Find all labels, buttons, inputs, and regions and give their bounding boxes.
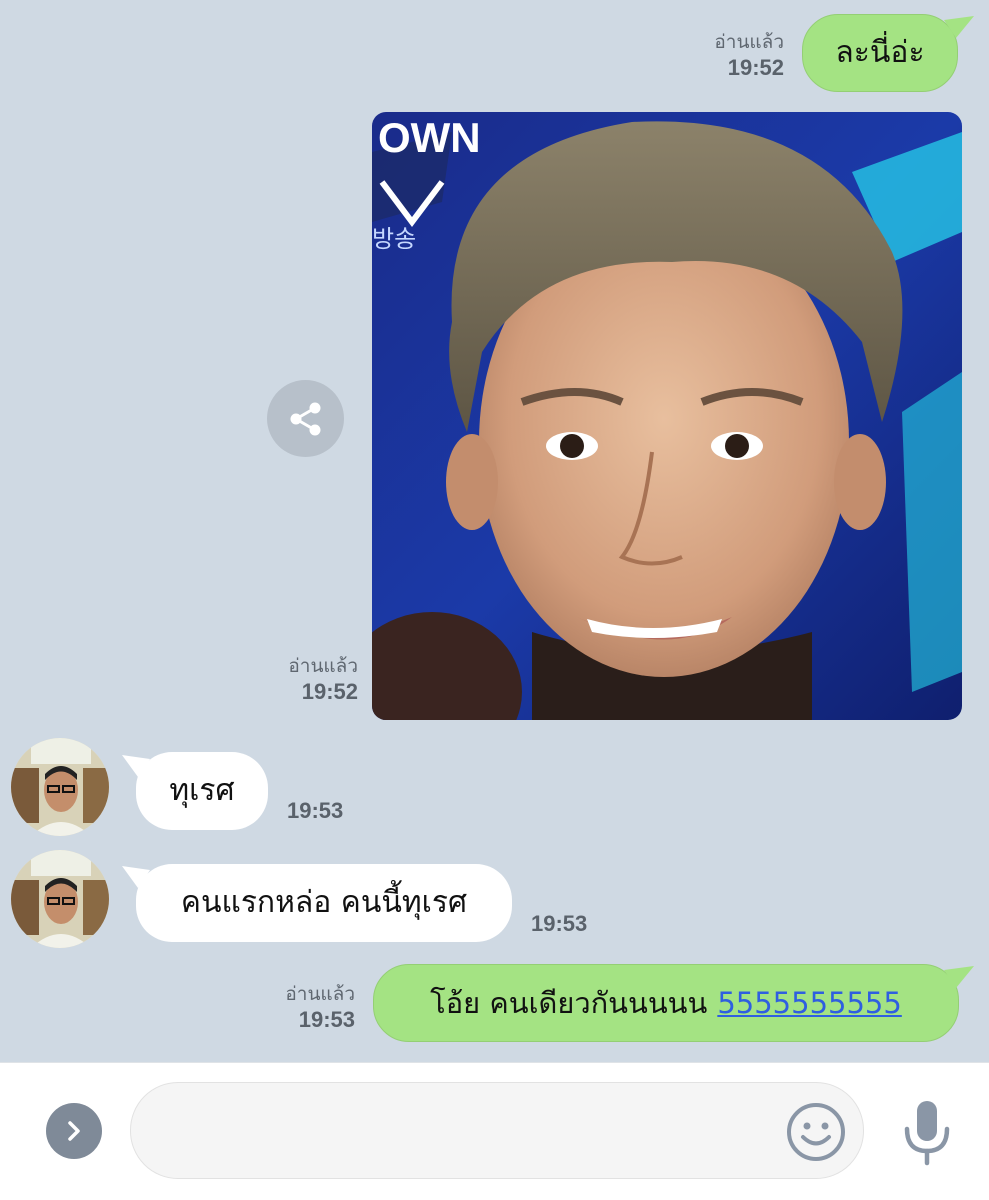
share-icon [290, 402, 320, 435]
message-text: คนแรกหล่อ คนนี้ทุเรศ [180, 885, 468, 920]
read-receipt: อ่านแล้ว [285, 984, 355, 1005]
outgoing-message-bubble[interactable]: ละนี่อ่ะ [802, 14, 958, 92]
share-button[interactable] [267, 380, 344, 457]
microphone-button[interactable] [898, 1097, 956, 1167]
message-text: โอ้ย คนเดียวกันนนนน [430, 985, 708, 1020]
message-time: 19:52 [301, 678, 358, 704]
message-text: ทุเรศ [169, 773, 235, 808]
read-receipt: อ่านแล้ว [714, 32, 784, 53]
message-meta: อ่านแล้ว 19:52 [680, 32, 784, 81]
message-time: 19:53 [287, 798, 344, 823]
chevron-right-icon [68, 1121, 80, 1141]
message-input[interactable] [130, 1082, 864, 1179]
smiley-icon [787, 1103, 845, 1161]
message-text: ละนี่อ่ะ [835, 35, 925, 70]
image-message[interactable]: OWN 방송 [372, 112, 962, 720]
read-receipt: อ่านแล้ว [288, 656, 358, 677]
message-meta: อ่านแล้ว 19:52 [250, 656, 358, 705]
avatar-image [11, 850, 109, 948]
avatar-image [11, 738, 109, 836]
message-link[interactable]: 5555555555 [717, 988, 902, 1018]
broadcast-text: 방송 [372, 225, 416, 253]
bubble-tail [944, 16, 974, 38]
bubble-tail [944, 966, 974, 988]
message-time: 19:52 [727, 54, 784, 80]
avatar[interactable] [11, 850, 109, 948]
portrait-photo: OWN 방송 [372, 112, 962, 720]
avatar[interactable] [11, 738, 109, 836]
message-time: 19:53 [531, 911, 588, 936]
microphone-icon [904, 1101, 950, 1166]
emoji-button[interactable] [784, 1100, 848, 1164]
message-time: 19:53 [298, 1006, 355, 1032]
chat-area: อ่านแล้ว 19:52 ละนี่อ่ะ อ่านแล้ว 19:52 O… [0, 0, 989, 1062]
expand-button[interactable] [46, 1103, 102, 1159]
outgoing-message-bubble[interactable]: โอ้ย คนเดียวกันนนนน 5555555555 [373, 964, 959, 1042]
message-meta: อ่านแล้ว 19:53 [250, 984, 355, 1033]
incoming-message-bubble[interactable]: คนแรกหล่อ คนนี้ทุเรศ [136, 864, 512, 942]
tv-logo-text: OWN [378, 114, 481, 161]
incoming-message-bubble[interactable]: ทุเรศ [136, 752, 268, 830]
